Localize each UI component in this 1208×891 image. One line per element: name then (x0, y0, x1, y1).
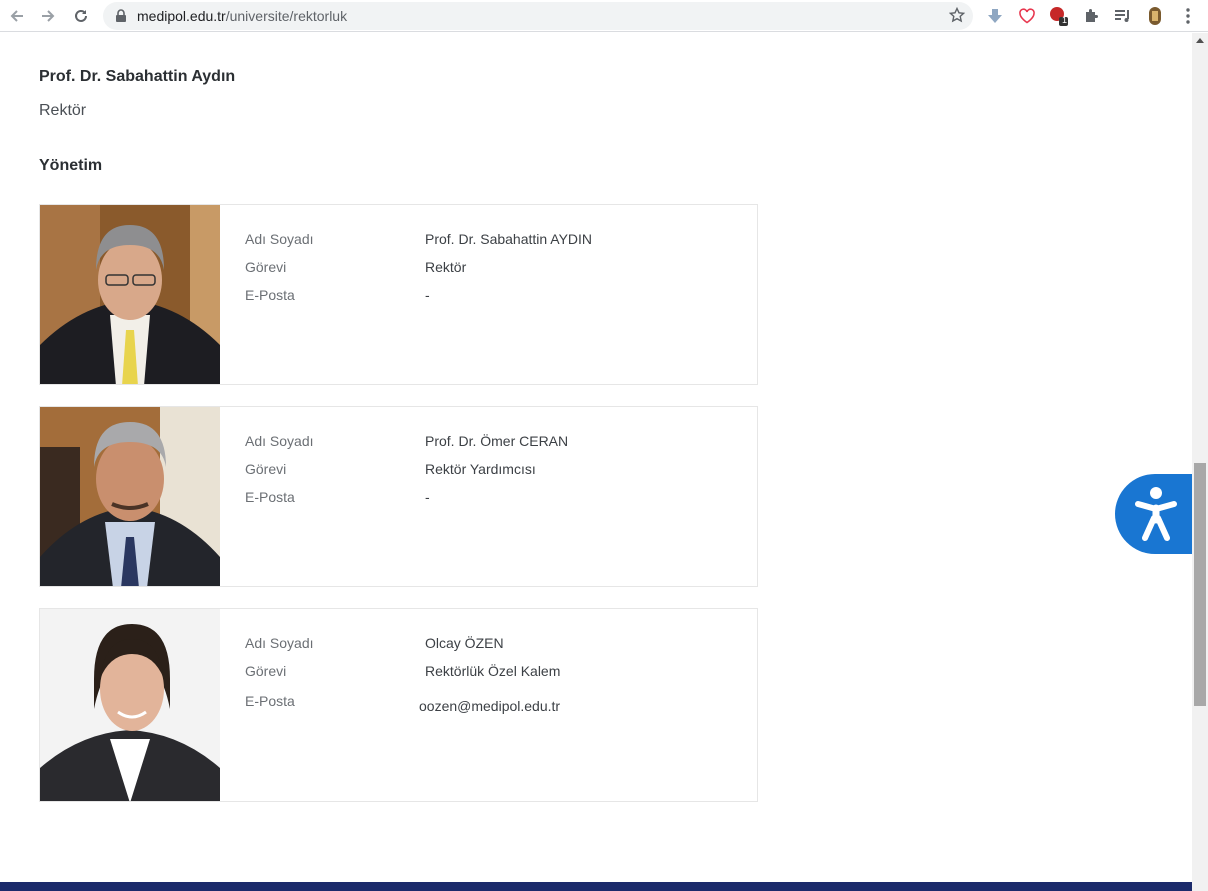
email-value: - (425, 287, 430, 303)
person-card: Adı Soyadı Olcay ÖZEN Görevi Rektörlük Ö… (39, 608, 758, 802)
forward-button[interactable] (36, 4, 60, 28)
rector-name: Prof. Dr. Sabahattin Aydın (39, 68, 236, 85)
position-value: Rektör Yardımcısı (425, 461, 536, 477)
browser-menu-button[interactable] (1176, 4, 1200, 28)
position-label: Görevi (245, 461, 287, 477)
section-title: Yönetim (39, 157, 103, 174)
heart-icon (1019, 8, 1035, 24)
rector-title: Rektör (39, 102, 87, 119)
playlist-icon (1115, 10, 1129, 22)
position-label: Görevi (245, 259, 287, 275)
vertical-scrollbar[interactable] (1192, 33, 1208, 891)
email-label: E-Posta (245, 287, 295, 303)
footer-bar (0, 882, 1192, 891)
person-card: Adı Soyadı Prof. Dr. Ömer CERAN Görevi R… (39, 406, 758, 587)
download-extension-button[interactable] (983, 4, 1007, 28)
extensions-button[interactable] (1079, 4, 1103, 28)
name-label: Adı Soyadı (245, 231, 314, 247)
bookmark-star-icon[interactable] (949, 7, 965, 23)
reload-icon (75, 9, 87, 22)
scrollbar-thumb[interactable] (1194, 463, 1206, 706)
person-photo (40, 407, 220, 586)
email-link[interactable]: oozen@medipol.edu.tr (419, 698, 560, 714)
download-icon (988, 9, 1002, 23)
avatar-icon (1149, 7, 1161, 25)
heart-extension-button[interactable] (1015, 4, 1039, 28)
person-card: Adı Soyadı Prof. Dr. Sabahattin AYDIN Gö… (39, 204, 758, 385)
accessibility-icon (1135, 487, 1177, 541)
position-label: Görevi (245, 663, 287, 679)
browser-toolbar: medipol.edu.tr/universite/rektorluk 1 (0, 0, 1208, 32)
kebab-menu-icon (1186, 8, 1190, 24)
lock-icon (116, 9, 126, 22)
back-button[interactable] (5, 4, 29, 28)
forward-arrow-icon (42, 10, 55, 22)
accessibility-button[interactable] (1115, 474, 1193, 554)
media-control-button[interactable] (1111, 4, 1135, 28)
scroll-up-arrow-icon[interactable] (1196, 38, 1204, 43)
name-label: Adı Soyadı (245, 635, 314, 651)
email-label: E-Posta (245, 693, 295, 709)
page-content: Prof. Dr. Sabahattin Aydın Rektör Yöneti… (0, 33, 1192, 891)
email-label: E-Posta (245, 489, 295, 505)
profile-avatar-button[interactable] (1143, 4, 1167, 28)
email-value: - (425, 489, 430, 505)
reload-button[interactable] (69, 4, 93, 28)
extension-badge: 1 (1062, 15, 1068, 25)
back-arrow-icon (10, 10, 23, 22)
person-photo (40, 609, 220, 801)
person-photo (40, 205, 220, 384)
name-label: Adı Soyadı (245, 433, 314, 449)
address-bar[interactable]: medipol.edu.tr/universite/rektorluk (103, 2, 973, 30)
url-host: medipol.edu.tr (137, 8, 226, 24)
position-value: Rektör (425, 259, 467, 275)
adblock-extension-button[interactable]: 1 (1047, 4, 1071, 28)
puzzle-icon (1086, 9, 1098, 22)
name-value: Prof. Dr. Sabahattin AYDIN (425, 231, 593, 247)
url-path: /universite/rektorluk (225, 8, 348, 24)
url-text: medipol.edu.tr/universite/rektorluk (137, 8, 347, 24)
position-value: Rektörlük Özel Kalem (425, 663, 561, 679)
name-value: Olcay ÖZEN (425, 635, 504, 651)
name-value: Prof. Dr. Ömer CERAN (425, 433, 569, 449)
